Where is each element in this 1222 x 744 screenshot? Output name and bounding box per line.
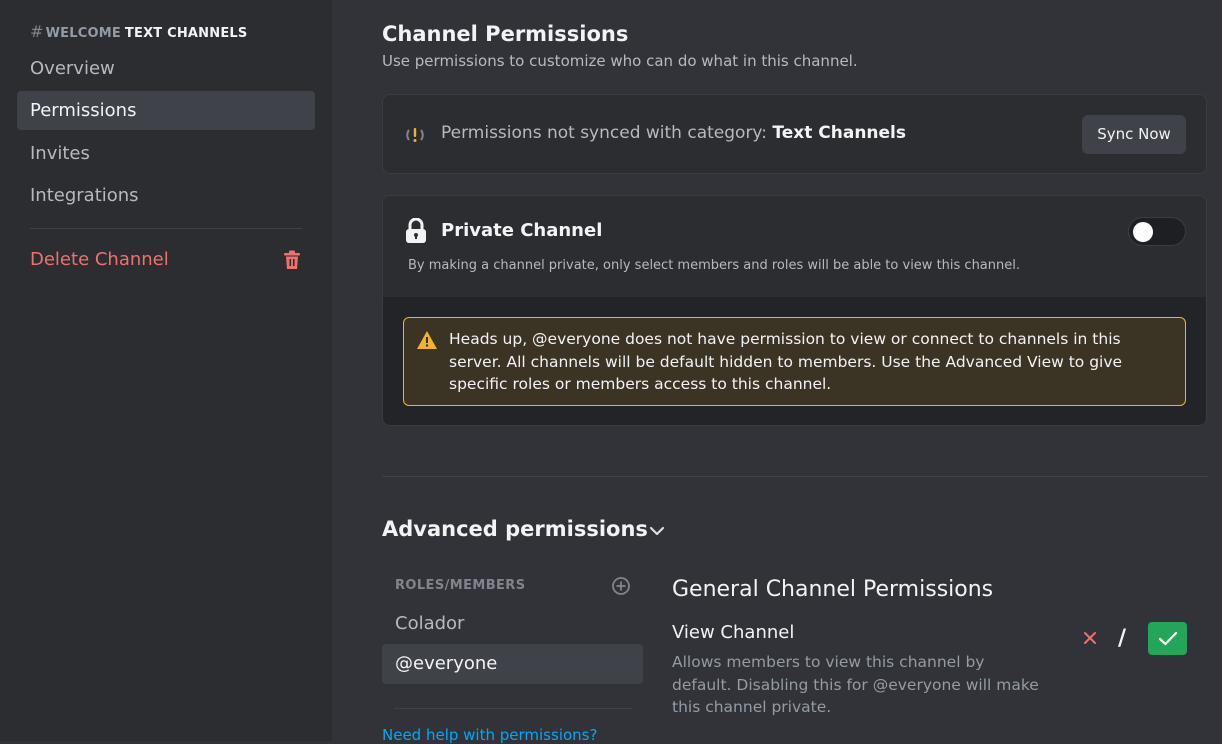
private-channel-warning-area: Heads up, @everyone does not have permis… <box>383 297 1206 425</box>
permission-description: Allows members to view this channel by d… <box>672 653 1039 716</box>
sync-category-name: Text Channels <box>772 123 906 143</box>
sidebar-category-name: TEXT CHANNELS <box>124 26 248 41</box>
check-icon <box>1158 631 1178 646</box>
help-permissions-link[interactable]: Need help with permissions? <box>382 726 597 744</box>
add-role-icon[interactable] <box>611 576 631 596</box>
permission-name: View Channel <box>672 622 795 643</box>
sidebar-item-invites[interactable]: Invites <box>17 134 315 173</box>
chevron-down-icon[interactable] <box>648 522 666 540</box>
advanced-permissions-title[interactable]: Advanced permissions <box>382 517 648 541</box>
deny-x-icon[interactable] <box>1080 628 1100 648</box>
role-item-colador[interactable]: Colador <box>382 604 643 644</box>
sidebar-item-permissions[interactable]: Permissions <box>17 91 315 130</box>
settings-sidebar: # WELCOME TEXT CHANNELS Overview Permissio… <box>0 0 332 741</box>
section-divider <box>382 476 1208 477</box>
sync-warning-icon <box>405 125 425 145</box>
hash-icon: # <box>30 22 44 41</box>
warning-icon <box>417 331 437 349</box>
toggle-knob <box>1133 222 1153 242</box>
sidebar-item-integrations[interactable]: Integrations <box>17 176 315 215</box>
sync-status-label: Permissions not synced with category: <box>441 123 773 143</box>
sidebar-channel-name: WELCOME <box>45 26 121 41</box>
neutral-slash-button[interactable]: / <box>1118 626 1126 651</box>
private-channel-card: Private Channel By making a channel priv… <box>382 195 1207 426</box>
allow-check-button[interactable] <box>1148 622 1187 655</box>
role-item-everyone[interactable]: @everyone <box>382 644 643 684</box>
main-content: Channel Permissions Use permissions to c… <box>382 0 1208 744</box>
roles-members-header: ROLES/MEMBERS <box>395 578 526 593</box>
sync-now-button[interactable]: Sync Now <box>1082 115 1186 154</box>
delete-channel-button[interactable]: Delete Channel <box>17 240 315 279</box>
sidebar-item-overview[interactable]: Overview <box>17 49 315 88</box>
trash-icon[interactable] <box>283 250 301 270</box>
private-channel-title: Private Channel <box>441 220 603 241</box>
page-title: Channel Permissions <box>382 22 629 46</box>
permissions-section-title: General Channel Permissions <box>672 577 994 602</box>
private-channel-description: By making a channel private, only select… <box>408 258 1020 273</box>
roles-divider <box>394 708 632 709</box>
lock-icon <box>406 218 426 243</box>
page-subtitle: Use permissions to customize who can do … <box>382 52 858 70</box>
sidebar-divider <box>30 228 302 229</box>
sidebar-header: # WELCOME TEXT CHANNELS <box>30 22 247 41</box>
warning-text: Heads up, @everyone does not have permis… <box>449 330 1123 393</box>
warning-notice: Heads up, @everyone does not have permis… <box>403 317 1186 406</box>
private-channel-header: Private Channel By making a channel priv… <box>383 196 1206 297</box>
sync-status-text: Permissions not synced with category: Te… <box>441 123 906 143</box>
private-channel-toggle[interactable] <box>1128 217 1186 246</box>
sync-card: Permissions not synced with category: Te… <box>382 94 1207 174</box>
